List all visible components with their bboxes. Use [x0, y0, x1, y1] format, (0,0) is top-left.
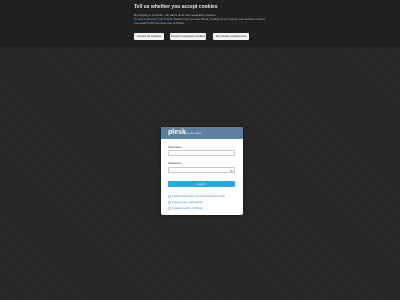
cookie-banner-title: Tell us whether you accept cookies: [134, 4, 218, 10]
set-cookie-preferences-button[interactable]: Set cookie preferences: [213, 33, 249, 40]
help-circle-icon: [168, 194, 171, 198]
login-card: plesk web host edition Username Password…: [161, 127, 243, 215]
accept-necessary-cookies-button[interactable]: Accept necessary cookies: [170, 33, 206, 40]
help-circle-icon: [168, 200, 171, 204]
username-label: Username: [168, 145, 182, 149]
plesk-edition-label: web host edition: [184, 132, 203, 135]
password-label: Password: [168, 161, 182, 165]
cookie-banner: Tell us whether you accept cookies By lo…: [0, 0, 400, 46]
password-input[interactable]: [168, 167, 235, 173]
forgot-password-label: Forgot your password?: [172, 200, 203, 204]
show-password-icon[interactable]: [230, 170, 233, 172]
username-input[interactable]: [168, 150, 235, 156]
login-header: plesk web host edition: [161, 127, 243, 139]
accept-all-cookies-button[interactable]: Accept all cookies: [134, 33, 164, 40]
login-button[interactable]: Log in: [168, 181, 235, 187]
cookie-banner-content: Tell us whether you accept cookies By lo…: [134, 4, 274, 25]
forgot-username-password-label: Forgot username and password (in use): [172, 194, 226, 198]
info-circle-icon: [168, 206, 171, 210]
cookie-banner-text-line2-rest: Select how you use Plesk, it helps us to…: [173, 17, 266, 21]
cookie-policy-label: Cookies policy in Plesk: [172, 206, 203, 210]
cookie-banner-text-line3: you search with the best use of Plesk.: [134, 21, 185, 25]
